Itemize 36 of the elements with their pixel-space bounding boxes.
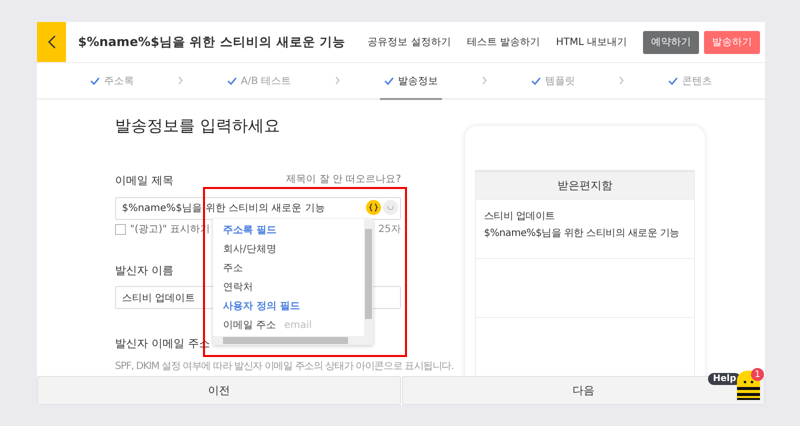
preview-subject: $%name%$님을 위한 스티비의 새로운 기능 [484, 227, 680, 240]
previous-button[interactable]: 이전 [37, 376, 400, 405]
inbox-header: 받은편지함 [476, 172, 694, 199]
field-label: 이메일 제목 [115, 174, 174, 188]
item-hint: email [284, 320, 312, 332]
chevron-right-icon [619, 76, 624, 85]
dropdown-item[interactable]: 이메일 주소 email [223, 320, 312, 332]
ad-checkbox[interactable] [115, 224, 126, 235]
header-link[interactable]: 공유정보 설정하기 [368, 35, 451, 49]
dropdown-item[interactable]: 연락처 [223, 282, 253, 294]
dropdown-item[interactable]: 주소 [223, 263, 243, 275]
header-link[interactable]: 테스트 발송하기 [466, 35, 540, 49]
vertical-scrollbar[interactable] [364, 219, 373, 336]
chevron-right-icon [482, 76, 488, 85]
field-description: SPF, DKIM 설정 여부에 따라 발신자 이메일 주소의 상태가 아이콘으로 표시됩니다. [115, 361, 454, 373]
smile-icon [387, 205, 394, 210]
form-heading: 발송정보를 입력하세요 [115, 116, 282, 136]
item-label: 이메일 주소 [223, 320, 276, 332]
preview-sender: 스티비 업데이트 [484, 210, 555, 223]
campaign-title: $%name%$님을 위한 스티비의 새로운 기능 [78, 34, 347, 50]
header-link[interactable]: HTML 내보내기 [556, 35, 627, 49]
schedule-button[interactable]: 예약하기 [643, 30, 699, 54]
dropdown-group-title: 사용자 정의 필드 [223, 301, 300, 313]
chevron-right-icon [178, 76, 183, 85]
chevron-left-icon [48, 35, 56, 49]
subject-help-link[interactable]: 제목이 잘 안 떠오르나요? [286, 174, 401, 186]
horizontal-scrollbar[interactable] [213, 336, 373, 345]
chevron-right-icon [335, 76, 340, 85]
back-button[interactable] [37, 22, 66, 62]
dropdown-item[interactable]: 회사/단체명 [223, 244, 276, 256]
dropdown-group-title: 주소록 필드 [223, 225, 276, 237]
field-label: 발신자 이름 [115, 264, 174, 278]
step-tab[interactable]: 발송정보 [380, 63, 442, 100]
braces-icon [369, 203, 378, 212]
char-count: 25자 [378, 224, 401, 236]
subject-field[interactable]: $%name%$님을 위한 스티비의 새로운 기능 [115, 196, 401, 220]
